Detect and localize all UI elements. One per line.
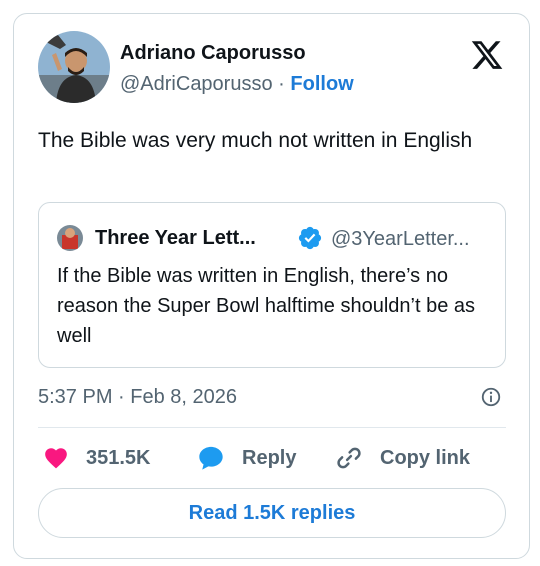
read-replies-label: Read 1.5K replies	[188, 501, 356, 524]
link-icon	[337, 447, 361, 469]
tweet-embed-card: Adriano Caporusso @AdriCaporusso · Follo…	[13, 13, 530, 559]
quoted-author-name[interactable]: Three Year Lett...	[95, 227, 256, 250]
heart-icon	[45, 448, 67, 469]
tweet-timestamp[interactable]: 5:37 PM · Feb 8, 2026	[38, 386, 237, 409]
like-button[interactable]: 351.5K	[42, 442, 151, 474]
reply-label: Reply	[242, 446, 297, 469]
tweet-text: The Bible was very much not written in E…	[38, 129, 473, 152]
author-handle[interactable]: @AdriCaporusso	[120, 73, 273, 95]
copy-link-button[interactable]: Copy link	[334, 442, 470, 474]
divider	[38, 427, 506, 428]
quoted-author-avatar[interactable]	[57, 225, 83, 251]
author-name[interactable]: Adriano Caporusso	[120, 42, 306, 65]
reply-bubble-icon	[199, 446, 223, 470]
like-count: 351.5K	[86, 446, 151, 469]
handle-separator: ·	[278, 73, 285, 95]
copy-link-label: Copy link	[380, 446, 471, 469]
x-logo-icon[interactable]	[470, 38, 504, 72]
author-avatar[interactable]	[38, 31, 110, 103]
info-icon[interactable]	[480, 386, 502, 408]
reply-button[interactable]: Reply	[196, 442, 296, 474]
follow-button[interactable]: Follow	[290, 73, 353, 95]
quoted-author-handle[interactable]: @3YearLetter...	[331, 228, 470, 251]
verified-badge-icon	[298, 226, 322, 250]
quoted-tweet[interactable]: Three Year Lett... @3YearLetter... If th…	[38, 202, 506, 368]
read-replies-button[interactable]: Read 1.5K replies	[38, 488, 506, 538]
quoted-tweet-text: If the Bible was written in English, the…	[57, 265, 476, 347]
author-handle-line: @AdriCaporusso · Follow	[120, 73, 354, 96]
